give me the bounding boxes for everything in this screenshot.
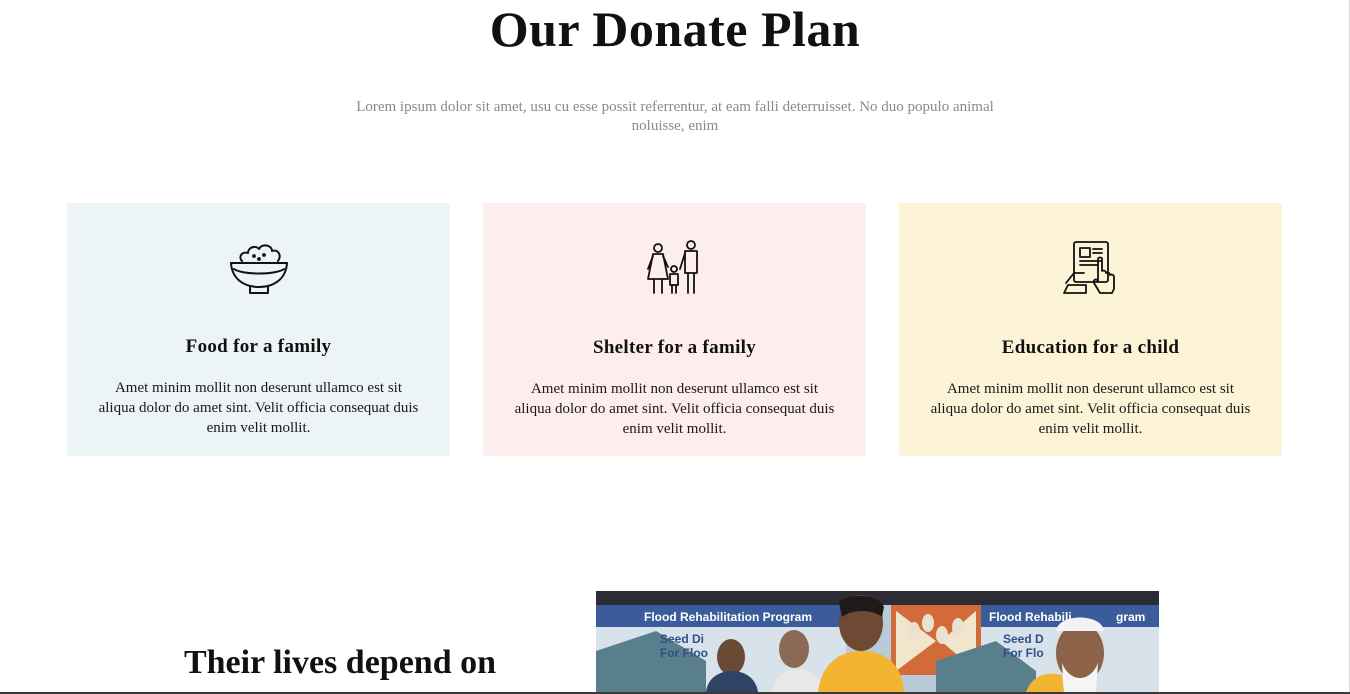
card-food-for-a-family[interactable]: Food for a family Amet minim mollit non … [67, 203, 450, 456]
donate-plan-cards: Food for a family Amet minim mollit non … [67, 203, 1283, 456]
card-title: Education for a child [1001, 337, 1180, 358]
banner-left-sub2: For Floo [660, 646, 708, 660]
food-bowl-icon [228, 239, 290, 297]
card-text: Amet minim mollit non deserunt ullamco e… [514, 381, 835, 437]
card-title: Food for a family [185, 336, 332, 357]
banner-left-sub1: Seed Di [660, 632, 704, 646]
card-title: Shelter for a family [592, 337, 757, 358]
card-shelter-for-a-family[interactable]: Shelter for a family Amet minim mollit n… [483, 203, 866, 456]
banner-right-sub1: Seed D [1003, 632, 1044, 646]
section-title: Our Donate Plan [489, 1, 861, 57]
card-education-for-a-child[interactable]: Education for a child Amet minim mollit … [899, 203, 1282, 456]
section-subtitle: Lorem ipsum dolor sit amet, usu cu esse … [356, 99, 994, 134]
banner-left-title: Flood Rehabilitation Program [644, 610, 812, 624]
lives-section-heading: Their lives depend on [183, 644, 497, 681]
education-tablet-icon [1060, 239, 1122, 297]
card-text: Amet minim mollit non deserunt ullamco e… [98, 380, 419, 436]
flood-rehabilitation-photo: Flood Rehabilitation Program Seed Di For… [596, 591, 1159, 692]
banner-right-sub2: For Flo [1003, 646, 1044, 660]
banner-right-title: Flood Rehabili [989, 610, 1072, 624]
family-icon [644, 239, 706, 297]
banner-right-suffix: gram [1116, 610, 1145, 624]
card-text: Amet minim mollit non deserunt ullamco e… [930, 381, 1251, 437]
